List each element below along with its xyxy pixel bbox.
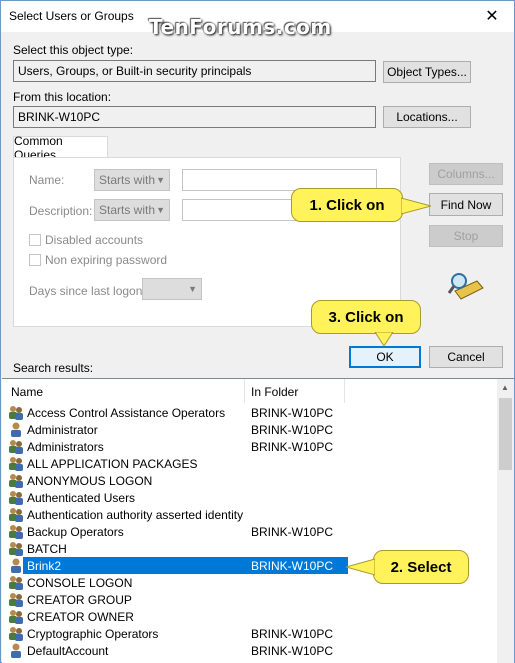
row-name: ALL APPLICATION PACKAGES <box>27 457 198 471</box>
callout-click-ok: 3. Click on <box>311 300 421 334</box>
columns-button[interactable]: Columns... <box>429 163 503 185</box>
callout-arrow-icon <box>401 197 431 215</box>
scroll-up-icon[interactable]: ▲ <box>501 383 509 392</box>
user-icon <box>8 558 24 573</box>
find-now-button[interactable]: Find Now <box>429 193 503 216</box>
search-magnifier-icon <box>447 273 484 300</box>
cancel-button[interactable]: Cancel <box>429 346 503 368</box>
tab-common-queries[interactable]: Common Queries <box>13 134 108 162</box>
callout-arrow-icon <box>374 332 394 347</box>
table-row[interactable]: CREATOR GROUP <box>5 591 495 608</box>
days-since-logon-select[interactable]: ▼ <box>142 278 202 300</box>
close-button[interactable]: ✕ <box>470 1 514 31</box>
select-users-dialog: Select Users or Groups ✕ TenForums.com S… <box>0 0 515 663</box>
table-row[interactable]: Administrator BRINK-W10PC <box>5 421 495 438</box>
results-scrollbar[interactable]: ▲ <box>497 379 514 663</box>
user-icon <box>8 643 24 658</box>
group-icon <box>8 490 24 505</box>
chevron-down-icon: ▼ <box>156 175 165 185</box>
row-folder: BRINK-W10PC <box>251 406 334 420</box>
name-starts-with-select[interactable]: Starts with ▼ <box>94 169 170 191</box>
row-folder: BRINK-W10PC <box>251 423 334 437</box>
table-row[interactable]: Cryptographic Operators BRINK-W10PC <box>5 625 495 642</box>
chevron-down-icon: ▼ <box>188 284 197 294</box>
scrollbar-thumb[interactable] <box>499 398 512 470</box>
group-icon <box>8 575 24 590</box>
group-icon <box>8 609 24 624</box>
non-expiring-password-label: Non expiring password <box>45 253 168 267</box>
window-title: Select Users or Groups <box>9 9 134 23</box>
callout-click-find-now: 1. Click on <box>291 188 403 222</box>
watermark-logo: TenForums.com <box>149 15 332 39</box>
days-since-logon-label: Days since last logon: <box>29 284 146 298</box>
location-field: BRINK-W10PC <box>13 106 376 128</box>
ok-button[interactable]: OK <box>349 346 421 368</box>
group-icon <box>8 456 24 471</box>
group-icon <box>8 507 24 522</box>
row-name: CREATOR OWNER <box>27 610 134 624</box>
row-name: ANONYMOUS LOGON <box>27 474 153 488</box>
row-folder: BRINK-W10PC <box>251 525 334 539</box>
table-row[interactable]: Authentication authority asserted identi… <box>5 506 495 523</box>
row-name: CONSOLE LOGON <box>27 576 133 590</box>
table-row[interactable]: Administrators BRINK-W10PC <box>5 438 495 455</box>
callout-select: 2. Select <box>373 550 469 584</box>
group-icon <box>8 473 24 488</box>
group-icon <box>8 405 24 420</box>
object-type-label: Select this object type: <box>13 43 134 57</box>
row-folder: BRINK-W10PC <box>251 644 334 658</box>
group-icon <box>8 592 24 607</box>
table-row[interactable]: Authenticated Users <box>5 489 495 506</box>
checkbox-box <box>29 254 41 266</box>
table-row[interactable]: ALL APPLICATION PACKAGES <box>5 455 495 472</box>
table-row[interactable]: Backup Operators BRINK-W10PC <box>5 523 495 540</box>
row-name: Administrators <box>27 440 104 454</box>
user-icon <box>8 422 24 437</box>
disabled-accounts-checkbox[interactable]: Disabled accounts <box>29 233 143 247</box>
group-icon <box>8 626 24 641</box>
table-row[interactable]: DefaultAccount BRINK-W10PC <box>5 642 495 659</box>
row-name: BATCH <box>27 542 67 556</box>
disabled-accounts-label: Disabled accounts <box>45 233 144 247</box>
row-name: Authenticated Users <box>27 491 136 505</box>
object-type-field: Users, Groups, or Built-in security prin… <box>13 60 376 82</box>
row-name: Backup Operators <box>27 525 124 539</box>
row-name: Brink2 <box>27 559 62 573</box>
row-folder: BRINK-W10PC <box>251 440 334 454</box>
stop-button[interactable]: Stop <box>429 225 503 247</box>
name-query-label: Name: <box>29 173 65 187</box>
locations-button[interactable]: Locations... <box>383 106 471 128</box>
table-row[interactable]: ANONYMOUS LOGON <box>5 472 495 489</box>
description-query-label: Description: <box>29 204 93 218</box>
location-label: From this location: <box>13 90 112 104</box>
table-row[interactable]: Access Control Assistance Operators BRINK… <box>5 404 495 421</box>
row-folder: BRINK-W10PC <box>251 559 334 573</box>
row-name: Administrator <box>27 423 98 437</box>
object-types-button[interactable]: Object Types... <box>383 61 471 83</box>
group-icon <box>8 439 24 454</box>
group-icon <box>8 524 24 539</box>
non-expiring-password-checkbox[interactable]: Non expiring password <box>29 253 167 267</box>
group-icon <box>8 541 24 556</box>
row-name: Authentication authority asserted identi… <box>27 508 244 522</box>
column-header-in-folder[interactable]: In Folder <box>245 379 345 403</box>
row-name: DefaultAccount <box>27 644 109 658</box>
name-starts-with-value: Starts with <box>99 173 156 187</box>
row-name: Access Control Assistance Operators <box>27 406 226 420</box>
search-results-label: Search results: <box>13 361 94 375</box>
row-folder: BRINK-W10PC <box>251 627 334 641</box>
description-starts-with-value: Starts with <box>99 203 156 217</box>
chevron-down-icon: ▼ <box>156 205 165 215</box>
column-header-name[interactable]: Name <box>5 379 245 403</box>
search-results-list[interactable]: Name In Folder Access Control Assistance… <box>2 378 514 663</box>
row-name: Cryptographic Operators <box>27 627 159 641</box>
checkbox-box <box>29 234 41 246</box>
callout-arrow-icon <box>346 558 375 576</box>
description-starts-with-select[interactable]: Starts with ▼ <box>94 199 170 221</box>
table-row[interactable]: CREATOR OWNER <box>5 608 495 625</box>
row-name: CREATOR GROUP <box>27 593 132 607</box>
